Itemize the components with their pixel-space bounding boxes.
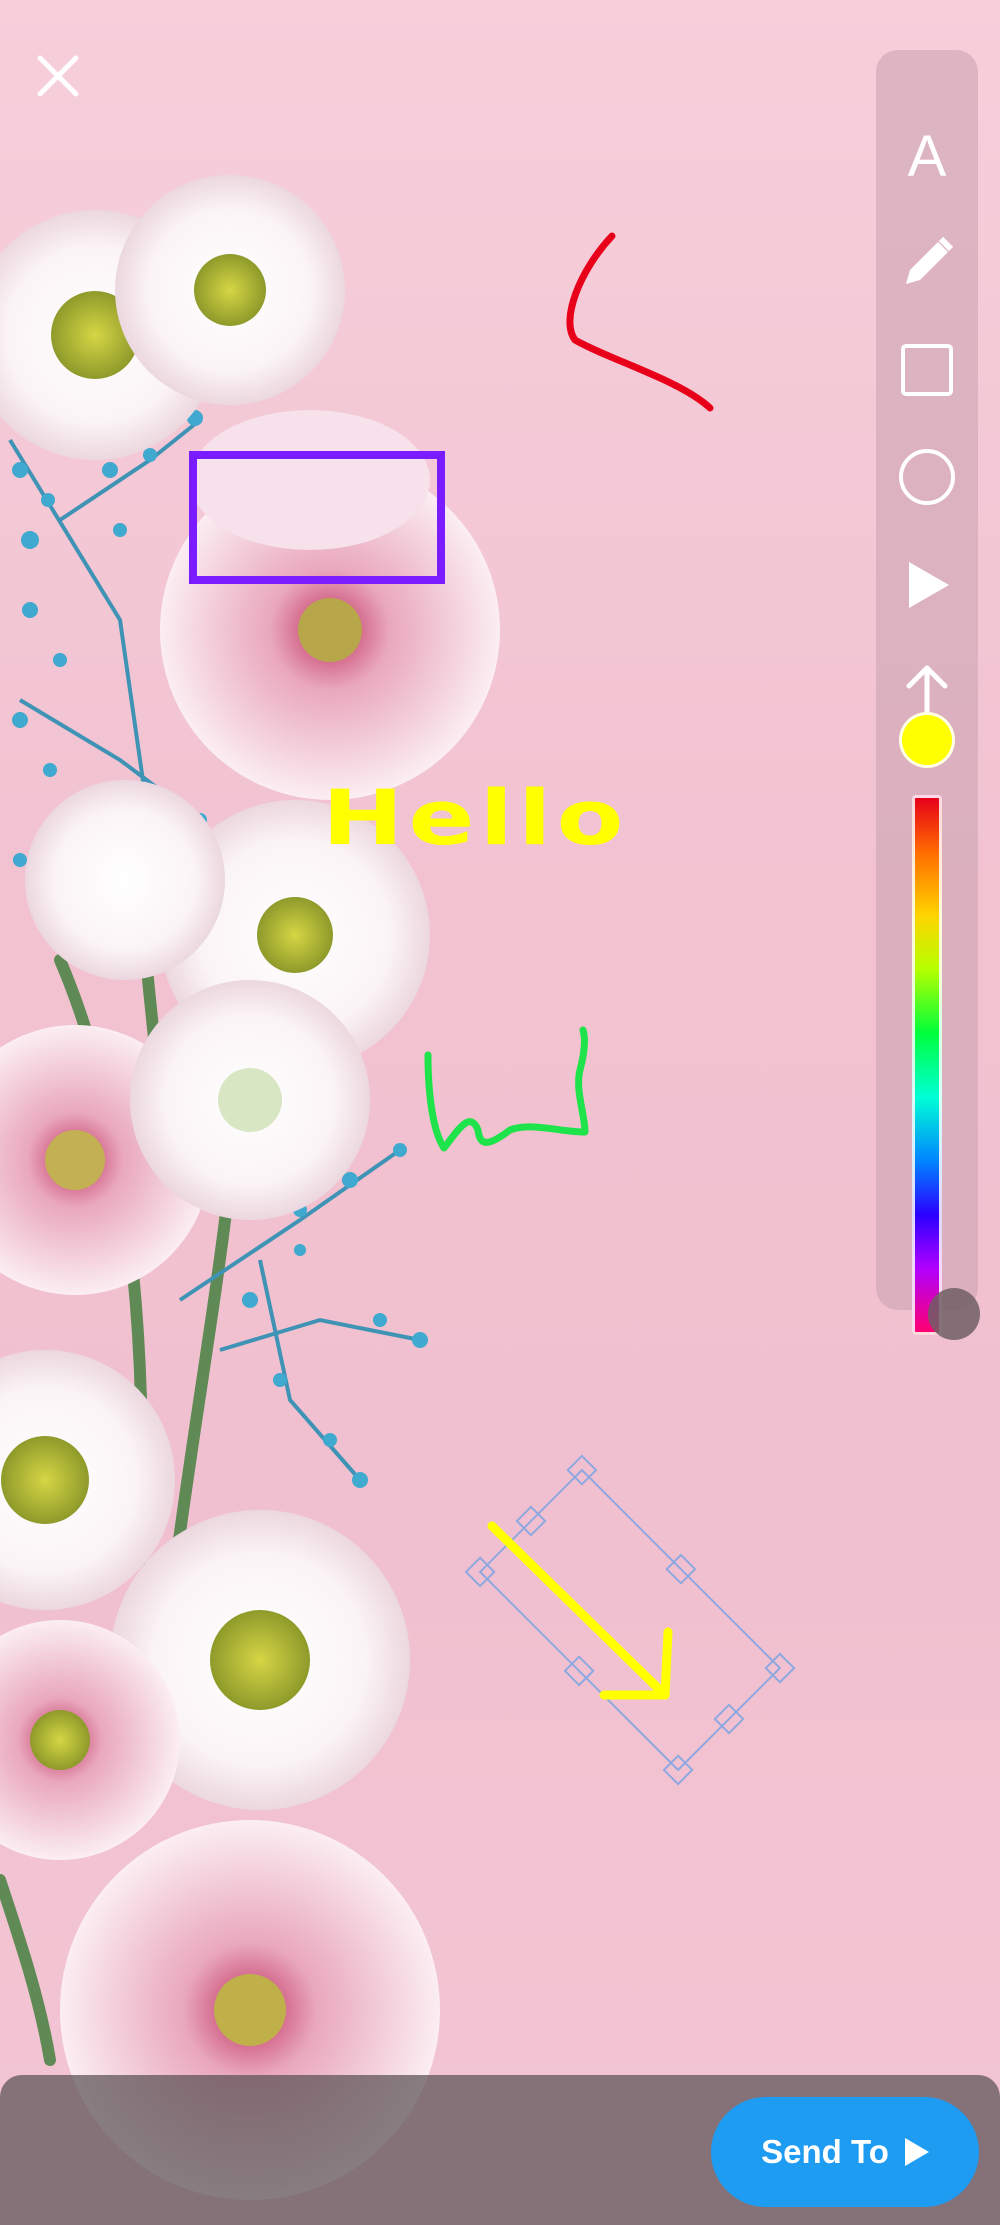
green-scribble[interactable] [424, 1026, 589, 1152]
selection-box[interactable] [464, 1454, 796, 1786]
current-color-swatch[interactable] [899, 712, 955, 768]
send-to-button[interactable]: Send To [711, 2097, 979, 2207]
circle-icon [899, 449, 955, 505]
red-stroke[interactable] [566, 232, 714, 412]
rectangle-tool-button[interactable] [876, 325, 978, 415]
purple-rectangle[interactable] [189, 451, 445, 584]
text-tool-button[interactable]: A [876, 112, 978, 202]
hello-text-annotation[interactable]: Hello [322, 780, 629, 856]
text-icon: A [907, 124, 947, 189]
send-to-label: Send To [761, 2133, 889, 2170]
arrow-up-icon [906, 665, 948, 719]
pencil-icon [906, 236, 954, 284]
color-spectrum-slider[interactable] [912, 795, 942, 1335]
triangle-tool-button[interactable] [876, 540, 978, 630]
square-icon [901, 344, 953, 396]
pen-tool-button[interactable] [876, 218, 978, 308]
snap-editor-canvas[interactable]: Hello A Send To [0, 0, 1000, 2225]
play-icon [904, 2138, 929, 2166]
ellipse-tool-button[interactable] [876, 432, 978, 522]
play-triangle-icon [909, 562, 949, 608]
color-slider-handle[interactable] [928, 1288, 980, 1340]
annotations-layer [189, 232, 796, 1786]
close-icon [37, 55, 79, 97]
close-button[interactable] [28, 46, 88, 106]
drawing-toolbar: A [876, 50, 978, 1335]
